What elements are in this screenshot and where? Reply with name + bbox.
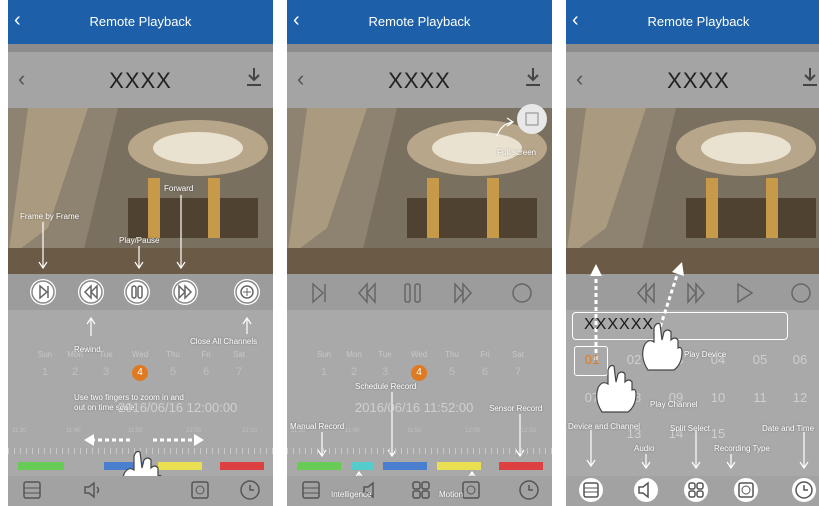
play-device-label: Play Device	[684, 350, 727, 359]
day-cell[interactable]: 6	[473, 366, 497, 378]
forward-label: Forward	[164, 184, 194, 193]
day-cell[interactable]: 7	[506, 366, 530, 378]
channel-cell[interactable]: 12	[784, 390, 816, 405]
day-cell[interactable]: 1	[33, 366, 57, 378]
day-cell[interactable]: 1	[312, 366, 336, 378]
device-and-channel-label: Device and Channel	[568, 422, 641, 431]
playback-datetime: 2016/06/16 11:52:00	[355, 400, 474, 415]
record-bar-intelligence	[351, 462, 373, 470]
schedule-record-label: Schedule Record	[355, 382, 417, 391]
device-channel-icon[interactable]	[299, 478, 323, 502]
audio-icon[interactable]	[80, 478, 104, 502]
device-channel-button[interactable]	[579, 478, 603, 502]
record-bar-schedule	[383, 462, 427, 470]
channel-cell[interactable]: 05	[744, 352, 776, 367]
intelligence-label: Intelligence	[331, 490, 372, 499]
time-scale[interactable]: 11:30 11:40 11:50 12:00 12:10	[287, 428, 552, 458]
play-channel-label: Play Channel	[650, 400, 698, 409]
record-bar-sensor	[220, 462, 264, 470]
hand-gesture-icon	[642, 322, 683, 371]
record-bar-manual	[18, 462, 64, 470]
day-cell[interactable]: 5	[161, 366, 185, 378]
motion-label: Motion	[439, 490, 464, 499]
date-and-time-button[interactable]	[792, 478, 816, 502]
playback-panel-device-channel: ‹ Remote Playback ‹ XXXX XXXXXX 01 02 04…	[566, 0, 819, 506]
recording-type-icon[interactable]	[188, 478, 212, 502]
record-bar-sensor	[499, 462, 543, 470]
split-select-button[interactable]	[684, 478, 708, 502]
record-bar-manual	[297, 462, 341, 470]
day-cell[interactable]: 3	[373, 366, 397, 378]
recording-type-label: Recording Type	[714, 444, 770, 453]
day-cell[interactable]: 2	[342, 366, 366, 378]
clock-icon[interactable]	[517, 478, 541, 502]
split-select-icon[interactable]	[409, 478, 433, 502]
playback-panel-record-types: ‹ Remote Playback ‹ XXXX Full screen Sun…	[287, 0, 552, 506]
day-cell[interactable]: 2	[63, 366, 87, 378]
day-cell[interactable]: 6	[194, 366, 218, 378]
frame-by-frame-label: Frame by Frame	[20, 212, 80, 221]
recording-type-button[interactable]	[734, 478, 758, 502]
audio-label: Audio	[634, 444, 655, 453]
split-select-label: Split Select	[670, 424, 711, 433]
channel-cell[interactable]: 06	[784, 352, 816, 367]
playback-control-icons[interactable]	[307, 280, 537, 306]
date-and-time-label: Date and Time	[762, 424, 815, 433]
bottom-toolbar	[8, 476, 273, 506]
full-screen-label: Full screen	[497, 148, 537, 157]
record-bar-motion	[437, 462, 481, 470]
device-channel-icon[interactable]	[20, 478, 44, 502]
playback-panel-controls: ‹ Remote Playback ‹ XXXX Frame by Frame …	[8, 0, 273, 506]
clock-icon[interactable]	[238, 478, 262, 502]
day-cell[interactable]: 7	[227, 366, 251, 378]
playback-datetime: 2016/06/16 12:00:00	[118, 400, 238, 415]
channel-cell[interactable]: 10	[702, 390, 734, 405]
day-cell[interactable]: 5	[440, 366, 464, 378]
audio-button[interactable]	[634, 478, 658, 502]
channel-cell[interactable]: 11	[744, 390, 776, 405]
sensor-record-label: Sensor Record	[489, 404, 543, 413]
close-all-channels-label: Close All Channels	[190, 337, 258, 346]
day-cell[interactable]: 3	[94, 366, 118, 378]
hand-gesture-icon	[596, 364, 637, 413]
play-pause-label: Play/Pause	[119, 236, 160, 245]
